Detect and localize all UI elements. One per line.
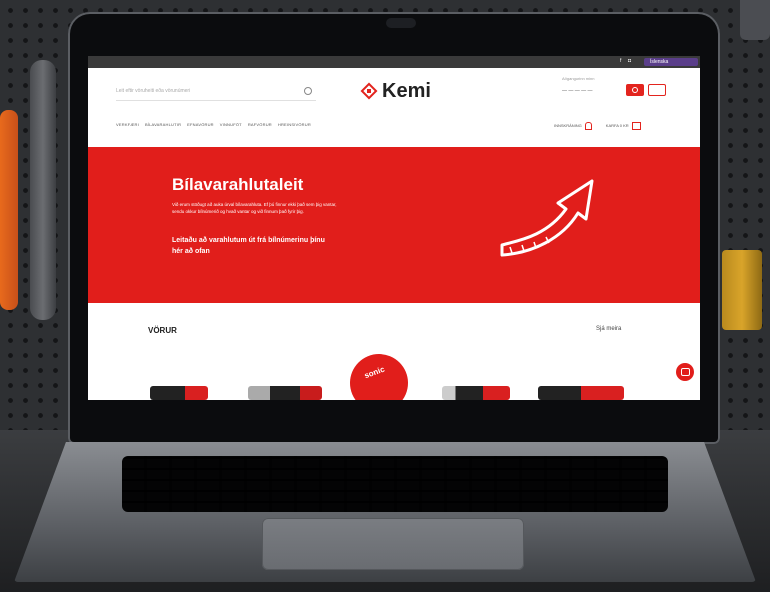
- logo-text: Kemi: [382, 79, 431, 102]
- cart-icon: [631, 122, 641, 130]
- top-bar: f ◘ Íslenska: [88, 56, 700, 68]
- tool-handle: [722, 250, 762, 330]
- user-icon: [584, 122, 592, 130]
- facebook-icon[interactable]: f: [620, 58, 621, 64]
- product-tool[interactable]: [150, 386, 208, 400]
- products-title: VÖRUR: [148, 326, 177, 335]
- product-tool[interactable]: [248, 386, 322, 400]
- login-link[interactable]: INNSKRÁNING: [554, 122, 592, 130]
- nav-item[interactable]: EFNAVÖRUR: [187, 122, 214, 127]
- cart-label: KARFA 0 KR: [605, 123, 629, 129]
- search-input[interactable]: Leit eftir vöruheiti eða vörunúmeri: [116, 88, 190, 94]
- sonic-product[interactable]: sonic: [350, 354, 408, 400]
- nav-item[interactable]: BÍLAVARAHLUTIR: [145, 122, 181, 127]
- search-icon[interactable]: [304, 87, 312, 95]
- account-value: — — — — —: [562, 88, 593, 94]
- see-more-link[interactable]: Sjá meira: [596, 326, 621, 332]
- product-tool[interactable]: [538, 386, 624, 400]
- kemi-logo-icon: [360, 82, 378, 100]
- hanging-tool: [740, 0, 770, 40]
- sonic-badge: sonic: [363, 364, 386, 381]
- nav-right: INNSKRÁNING KARFA 0 KR: [554, 122, 641, 130]
- webcam: [386, 18, 416, 28]
- site-logo[interactable]: Kemi: [360, 80, 431, 102]
- instagram-icon[interactable]: ◘: [628, 58, 631, 64]
- nav-item[interactable]: RAFVÖRUR: [248, 122, 272, 127]
- cart-link[interactable]: KARFA 0 KR: [606, 122, 641, 130]
- main-nav: VERKFÆRI BÍLAVARAHLUTIR EFNAVÖRUR VINNUF…: [116, 122, 311, 127]
- chat-button[interactable]: [676, 363, 694, 381]
- hero-cta: Leitaðu að varahlutum út frá bílnúmerinu…: [172, 237, 325, 255]
- product-tool[interactable]: [442, 386, 510, 400]
- nav-item[interactable]: VINNUFÖT: [220, 122, 242, 127]
- website-screen: f ◘ Íslenska Leit eftir vöruheiti eða vö…: [88, 56, 700, 400]
- search-bar[interactable]: Leit eftir vöruheiti eða vörunúmeri: [116, 84, 316, 101]
- nav-item[interactable]: VERKFÆRI: [116, 122, 139, 127]
- search-plate-button[interactable]: [626, 84, 644, 96]
- filter-button[interactable]: [648, 84, 666, 96]
- nav-item[interactable]: HREINSIVÖRUR: [278, 122, 311, 127]
- login-label: INNSKRÁNING: [554, 123, 582, 129]
- language-selector[interactable]: Íslenska: [644, 58, 698, 66]
- keyboard: [122, 456, 668, 512]
- hero-body: Við erum stöðugt að auka úrval bílavarah…: [172, 202, 337, 214]
- wrench-tool: [30, 60, 56, 320]
- pliers-handle: [0, 110, 18, 310]
- arrow-up-illustration-icon: [500, 179, 594, 257]
- trackpad: [262, 518, 524, 570]
- account-label: Aðgangurinn minn: [562, 76, 595, 81]
- hero-title: Bílavarahlutaleit: [172, 175, 304, 194]
- hero-banner: Bílavarahlutaleit Við erum stöðugt að au…: [88, 147, 700, 303]
